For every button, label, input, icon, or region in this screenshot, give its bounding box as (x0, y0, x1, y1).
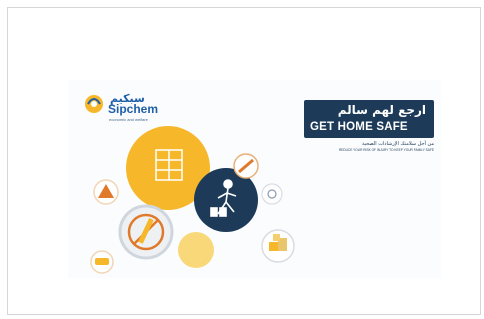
banner-arabic-title: ارجع لهم سالم (337, 103, 426, 117)
subtitle-arabic: من أجل سلامتك الإرشادات الصحية (361, 141, 434, 147)
small-yellow-circle (178, 232, 214, 268)
title-banner: ارجع لهم سالم GET HOME SAFE (304, 100, 434, 138)
banner-english-title: GET HOME SAFE (310, 121, 408, 133)
safety-poster-image: سبكيم Sipchem economic and welfare ارجع … (68, 80, 441, 278)
logo-english: Sipchem (108, 102, 159, 116)
image-frame: سبكيم Sipchem economic and welfare ارجع … (7, 7, 481, 315)
gear-circle (261, 183, 283, 205)
sipchem-logo: سبكيم Sipchem economic and welfare (82, 92, 172, 126)
logo-tagline: economic and welfare (109, 117, 148, 122)
subtitle-english: REDUCE YOUR RISK OF INJURY TO KEEP YOUR … (338, 148, 434, 152)
